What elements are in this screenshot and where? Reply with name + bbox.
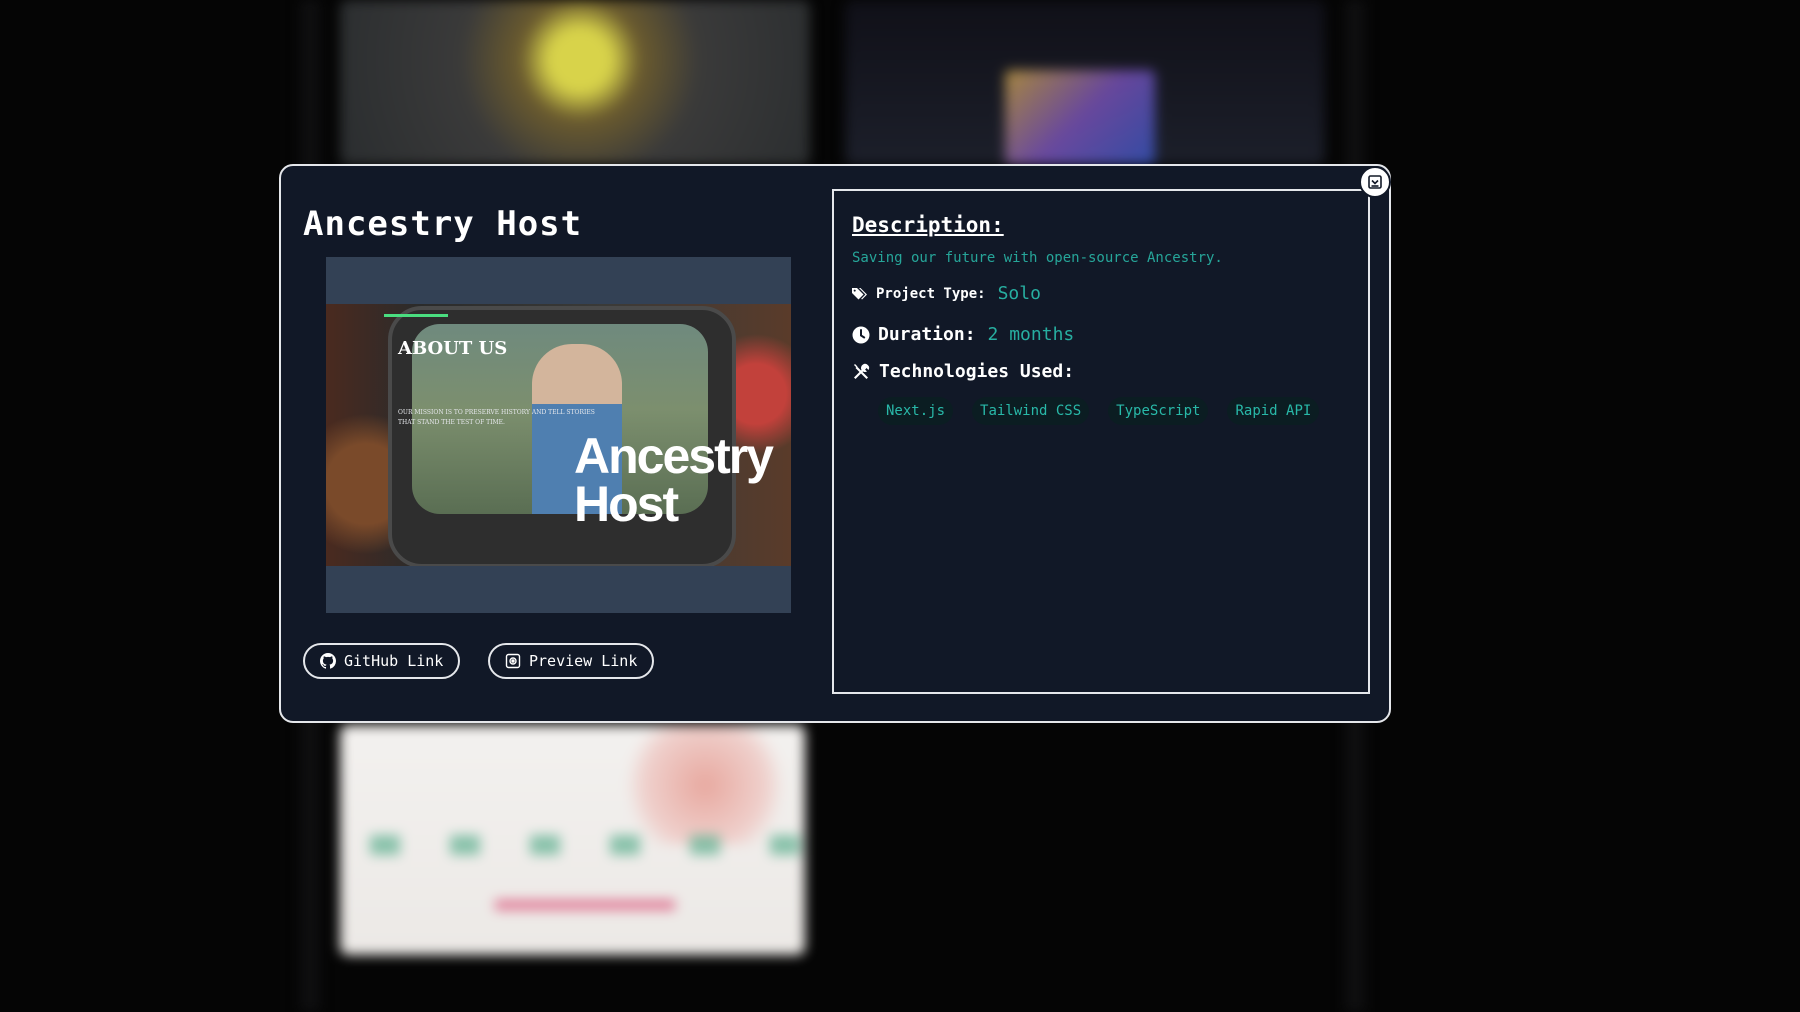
close-button[interactable] <box>1359 166 1391 198</box>
project-type-value: Solo <box>997 283 1041 304</box>
preview-icon <box>505 653 521 669</box>
description-panel: Description: Saving our future with open… <box>832 189 1370 694</box>
github-link-label: GitHub Link <box>344 652 444 670</box>
project-type-label: Project Type: <box>876 285 986 302</box>
preview-brand-line2: Host <box>574 476 679 532</box>
technology-tag: Next.js <box>878 397 954 425</box>
clock-icon <box>852 326 870 343</box>
close-icon <box>1368 175 1382 189</box>
project-title: Ancestry Host <box>303 204 583 244</box>
preview-link-label: Preview Link <box>529 652 638 670</box>
description-text: Saving our future with open-source Ances… <box>852 250 1223 266</box>
duration-row: Duration: 2 months <box>852 324 1074 345</box>
project-preview: ABOUT US OUR MISSION IS TO PRESERVE HIST… <box>326 257 791 613</box>
github-link-button[interactable]: GitHub Link <box>303 643 461 679</box>
preview-brand-line1: Ancestry <box>574 428 774 484</box>
technologies-row: Technologies Used: <box>852 361 1074 382</box>
preview-link-button[interactable]: Preview Link <box>488 643 655 679</box>
duration-label: Duration: <box>878 324 976 345</box>
preview-mission: OUR MISSION IS TO PRESERVE HISTORY AND T… <box>398 409 595 426</box>
technology-tags: Next.js Tailwind CSS TypeScript Rapid AP… <box>878 397 1320 425</box>
project-type-row: Project Type: Solo <box>852 283 1041 304</box>
background-project-card <box>845 0 1325 165</box>
technology-tag: Rapid API <box>1227 397 1320 425</box>
technology-tag: Tailwind CSS <box>972 397 1090 425</box>
preview-heading: ABOUT US <box>398 338 508 359</box>
project-screenshot: ABOUT US OUR MISSION IS TO PRESERVE HIST… <box>326 304 791 566</box>
description-heading: Description: <box>852 213 1004 237</box>
github-icon <box>320 653 336 669</box>
preview-brand: Ancestry Host <box>574 428 774 532</box>
tools-icon <box>854 363 870 379</box>
project-modal: Ancestry Host ABOUT US OUR MISSION IS TO… <box>279 164 1391 723</box>
technologies-label: Technologies Used: <box>879 361 1075 382</box>
technology-tag: TypeScript <box>1108 397 1209 425</box>
background-project-card <box>340 0 810 165</box>
duration-value: 2 months <box>987 324 1075 345</box>
tag-icon <box>852 287 867 299</box>
